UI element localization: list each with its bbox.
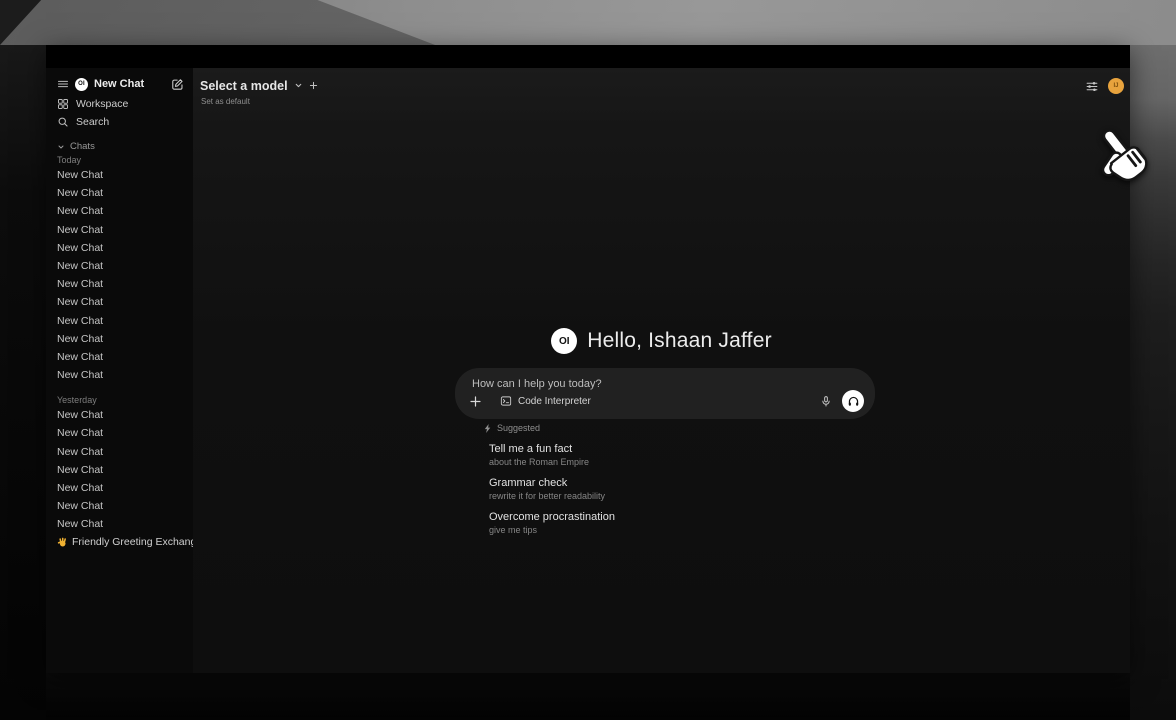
chevron-down-icon <box>57 143 65 151</box>
attach-plus-icon[interactable] <box>469 395 482 408</box>
chevron-down-icon <box>294 81 303 90</box>
chat-list-today: New ChatNew ChatNew ChatNew ChatNew Chat… <box>46 166 193 384</box>
suggested-prompt-subtitle: give me tips <box>489 525 615 536</box>
app-logo-text: OI <box>78 81 85 87</box>
chat-list-item[interactable]: New Chat <box>46 515 193 533</box>
suggested-prompt-title: Tell me a fun fact <box>489 443 615 456</box>
chat-list-item-label: Friendly Greeting Exchange <box>72 536 193 548</box>
new-chat-icon[interactable] <box>171 78 184 91</box>
topbar-right-controls: IJ <box>1085 77 1124 95</box>
sidebar-item-search[interactable]: Search <box>57 113 182 131</box>
waving-hand-emoji <box>57 537 68 548</box>
chat-list-item[interactable]: New Chat <box>46 443 193 461</box>
sidebar-item-label: Search <box>76 116 109 128</box>
suggested-prompts: Suggested Tell me a fun fact about the R… <box>484 422 615 536</box>
suggested-header: Suggested <box>484 422 615 434</box>
chat-group-label-yesterday: Yesterday <box>57 394 182 406</box>
chat-list-item[interactable]: New Chat <box>46 312 193 330</box>
chats-section-label: Chats <box>70 141 95 152</box>
suggested-prompt[interactable]: Grammar check rewrite it for better read… <box>489 477 615 502</box>
greeting-block: OI Hello, Ishaan Jaffer <box>193 328 1130 354</box>
suggested-list: Tell me a fun fact about the Roman Empir… <box>484 443 615 536</box>
model-selector[interactable]: Select a model <box>200 77 318 94</box>
chat-list-item[interactable]: New Chat <box>46 275 193 293</box>
chat-list-item[interactable]: New Chat <box>46 202 193 220</box>
user-avatar[interactable]: IJ <box>1108 78 1124 94</box>
code-interpreter-toggle[interactable]: Code Interpreter <box>500 395 591 407</box>
workspace-icon <box>57 98 69 110</box>
app-window: OI New Chat Workspace Search Chats Today… <box>46 45 1130 673</box>
sidebar: OI New Chat Workspace Search Chats Today… <box>46 68 193 673</box>
chat-list-item[interactable]: New Chat <box>46 348 193 366</box>
message-input[interactable]: How can I help you today? <box>472 378 858 390</box>
chat-list-item[interactable]: New Chat <box>46 221 193 239</box>
wallpaper-triangle-shape <box>0 0 1176 45</box>
suggested-prompt[interactable]: Tell me a fun fact about the Roman Empir… <box>489 443 615 468</box>
chat-list-item[interactable]: New Chat <box>46 406 193 424</box>
chats-section-header[interactable]: Chats <box>57 140 182 153</box>
chat-group-label-today: Today <box>57 154 182 166</box>
chat-list-item[interactable]: New Chat <box>46 461 193 479</box>
chat-list-item-greeting-exchange[interactable]: Friendly Greeting Exchange <box>46 534 193 551</box>
chat-list-item[interactable]: New Chat <box>46 257 193 275</box>
desktop-wallpaper-right <box>1130 45 1176 720</box>
desktop-wallpaper-left <box>0 45 46 720</box>
sidebar-title: New Chat <box>94 78 165 90</box>
chat-list-item[interactable]: New Chat <box>46 479 193 497</box>
chat-list-item[interactable]: New Chat <box>46 239 193 257</box>
add-model-icon[interactable] <box>309 81 318 90</box>
chat-list-item[interactable]: New Chat <box>46 166 193 184</box>
menu-icon[interactable] <box>57 78 69 90</box>
suggested-label: Suggested <box>497 423 540 433</box>
sidebar-item-label: Workspace <box>76 98 128 110</box>
chat-list-item[interactable]: New Chat <box>46 293 193 311</box>
window-top-strip <box>46 45 1130 68</box>
suggested-prompt-subtitle: rewrite it for better readability <box>489 491 615 502</box>
search-icon <box>57 116 69 128</box>
composer-toolbar: Code Interpreter <box>469 390 864 412</box>
app-logo-large: OI <box>551 328 577 354</box>
bolt-icon <box>484 424 492 433</box>
suggested-prompt-title: Overcome procrastination <box>489 511 615 524</box>
chat-list-item[interactable]: New Chat <box>46 330 193 348</box>
voice-call-button[interactable] <box>842 390 864 412</box>
greeting-text: Hello, Ishaan Jaffer <box>587 329 772 353</box>
microphone-icon[interactable] <box>820 395 832 408</box>
desktop-wallpaper-bottom <box>46 673 1130 720</box>
chat-list-item[interactable]: New Chat <box>46 424 193 442</box>
code-interpreter-icon <box>500 395 512 407</box>
suggested-prompt-subtitle: about the Roman Empire <box>489 457 615 468</box>
suggested-prompt-title: Grammar check <box>489 477 615 490</box>
avatar-initials: IJ <box>1113 83 1118 89</box>
chat-list-item[interactable]: New Chat <box>46 497 193 515</box>
desktop-wallpaper-top <box>0 0 1176 45</box>
model-selector-label: Select a model <box>200 79 288 93</box>
sidebar-header: OI New Chat <box>57 76 184 92</box>
set-default-link[interactable]: Set as default <box>201 97 250 106</box>
code-interpreter-label: Code Interpreter <box>518 396 591 407</box>
chat-list-item[interactable]: New Chat <box>46 366 193 384</box>
chat-list-yesterday: New ChatNew ChatNew ChatNew ChatNew Chat… <box>46 406 193 533</box>
sidebar-item-workspace[interactable]: Workspace <box>57 95 182 113</box>
headphones-icon <box>847 395 860 408</box>
app-logo-text: OI <box>559 336 570 347</box>
settings-sliders-icon[interactable] <box>1085 80 1099 93</box>
chat-list-item[interactable]: New Chat <box>46 184 193 202</box>
app-logo: OI <box>75 78 88 91</box>
suggested-prompt[interactable]: Overcome procrastination give me tips <box>489 511 615 536</box>
main-area: Select a model Set as default IJ OI Hell… <box>193 68 1130 673</box>
message-composer[interactable]: How can I help you today? Code Interpret… <box>455 368 875 419</box>
